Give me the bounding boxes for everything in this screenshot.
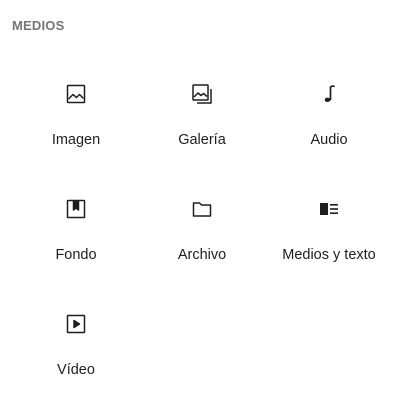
block-item-video[interactable]: Vídeo: [13, 290, 139, 400]
block-item-label: Galería: [178, 132, 226, 148]
block-item-image[interactable]: Imagen: [13, 60, 139, 170]
cover-icon: [64, 197, 88, 221]
block-item-cover[interactable]: Fondo: [13, 175, 139, 285]
block-item-label: Archivo: [177, 247, 227, 263]
block-item-label: Vídeo: [57, 362, 95, 378]
media-text-icon: [317, 197, 341, 221]
block-item-label: Fondo: [55, 247, 97, 263]
block-item-audio[interactable]: Audio: [266, 60, 392, 170]
video-icon: [64, 312, 88, 336]
block-item-file[interactable]: Archivo: [139, 175, 265, 285]
block-item-gallery[interactable]: Galería: [139, 60, 265, 170]
block-item-media-text[interactable]: Medios y texto: [266, 175, 392, 285]
block-inserter-panel: MEDIOS Imagen Galería Audio Fondo Archiv…: [0, 0, 402, 418]
block-item-label: Audio: [310, 132, 348, 148]
block-item-label: Imagen: [51, 132, 101, 148]
file-folder-icon: [190, 197, 214, 221]
gallery-icon: [190, 82, 214, 106]
block-item-label: Medios y texto: [282, 247, 376, 263]
image-icon: [64, 82, 88, 106]
audio-icon: [317, 82, 341, 106]
section-title: MEDIOS: [12, 18, 65, 33]
